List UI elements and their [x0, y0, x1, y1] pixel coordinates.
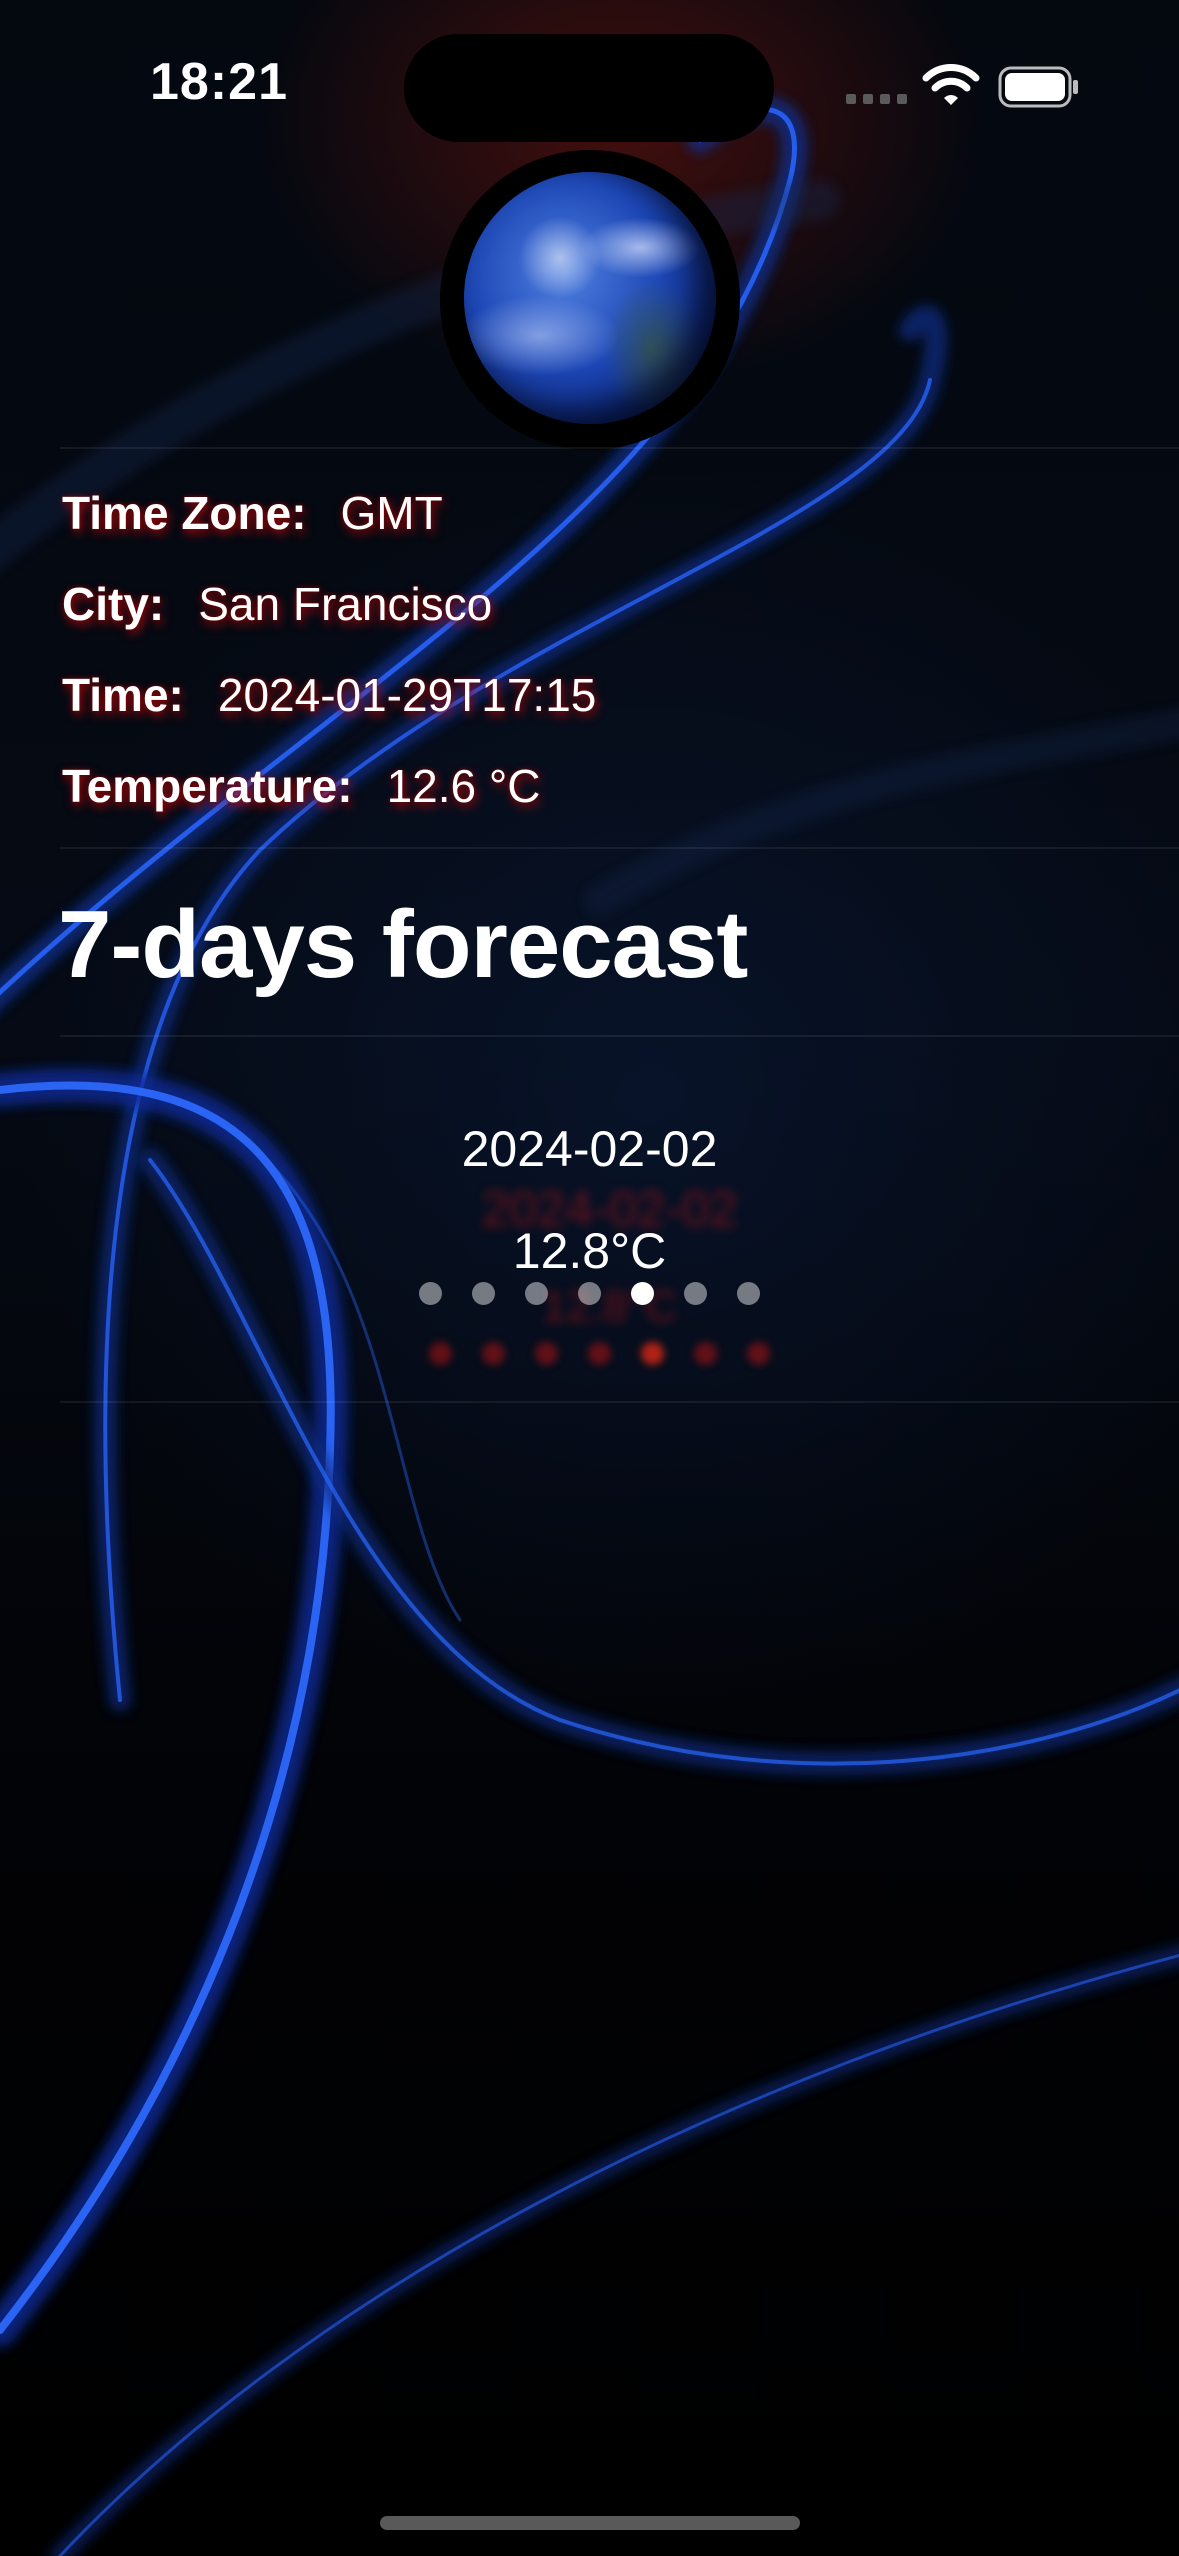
time-zone-row: Time Zone: GMT [62, 486, 443, 540]
page-indicator-dot[interactable] [419, 1282, 442, 1305]
forecast-card-date: 2024-02-02 [461, 1121, 718, 1177]
time-zone-label: Time Zone: [62, 487, 307, 539]
page-indicator-dot[interactable] [525, 1282, 548, 1305]
page-indicator-dot[interactable] [631, 1282, 654, 1305]
page-indicator-dot[interactable] [472, 1282, 495, 1305]
earth-globe-icon [464, 172, 716, 424]
page-indicator-reflection [10, 1342, 1179, 1365]
status-bar-time: 18:21 [150, 53, 288, 111]
time-label: Time: [62, 669, 184, 721]
dynamic-island [404, 34, 774, 142]
divider-forecast-top [60, 1035, 1179, 1037]
divider-forecast-bottom [60, 1401, 1179, 1403]
city-value: San Francisco [198, 578, 493, 630]
divider-middle [60, 847, 1179, 849]
forecast-carousel[interactable]: 2024-02-02 12.8°C 2024-02-02 12.8°C [0, 1110, 1179, 1410]
battery-icon [998, 66, 1078, 108]
forecast-title: 7-days forecast [58, 891, 748, 998]
time-value: 2024-01-29T17:15 [217, 669, 597, 721]
home-indicator[interactable] [380, 2516, 800, 2530]
page-indicator-dot [641, 1342, 664, 1365]
page-indicator-dot [429, 1342, 452, 1365]
time-row: Time: 2024-01-29T17:15 [62, 668, 596, 722]
temperature-label: Temperature: [62, 760, 353, 812]
page-indicator[interactable] [0, 1282, 1179, 1305]
page-indicator-dot [535, 1342, 558, 1365]
page-indicator-dot[interactable] [578, 1282, 601, 1305]
page-indicator-dot [588, 1342, 611, 1365]
page-indicator-dot [482, 1342, 505, 1365]
temperature-row: Temperature: 12.6 °C [62, 759, 541, 813]
forecast-card-temperature: 12.8°C [512, 1223, 667, 1279]
cellular-signal-icon [846, 94, 907, 104]
page-indicator-dot[interactable] [737, 1282, 760, 1305]
globe-container [440, 150, 740, 450]
divider-top [60, 447, 1179, 449]
wifi-icon [922, 64, 980, 105]
page-indicator-dot [747, 1342, 770, 1365]
city-label: City: [62, 578, 165, 630]
app-screen: 18:21 Time Zone: GMT City: San Francisco T… [0, 0, 1179, 2556]
temperature-value: 12.6 °C [386, 760, 541, 812]
page-indicator-dot [694, 1342, 717, 1365]
time-zone-value: GMT [340, 487, 443, 539]
page-indicator-dot[interactable] [684, 1282, 707, 1305]
city-row: City: San Francisco [62, 577, 492, 631]
